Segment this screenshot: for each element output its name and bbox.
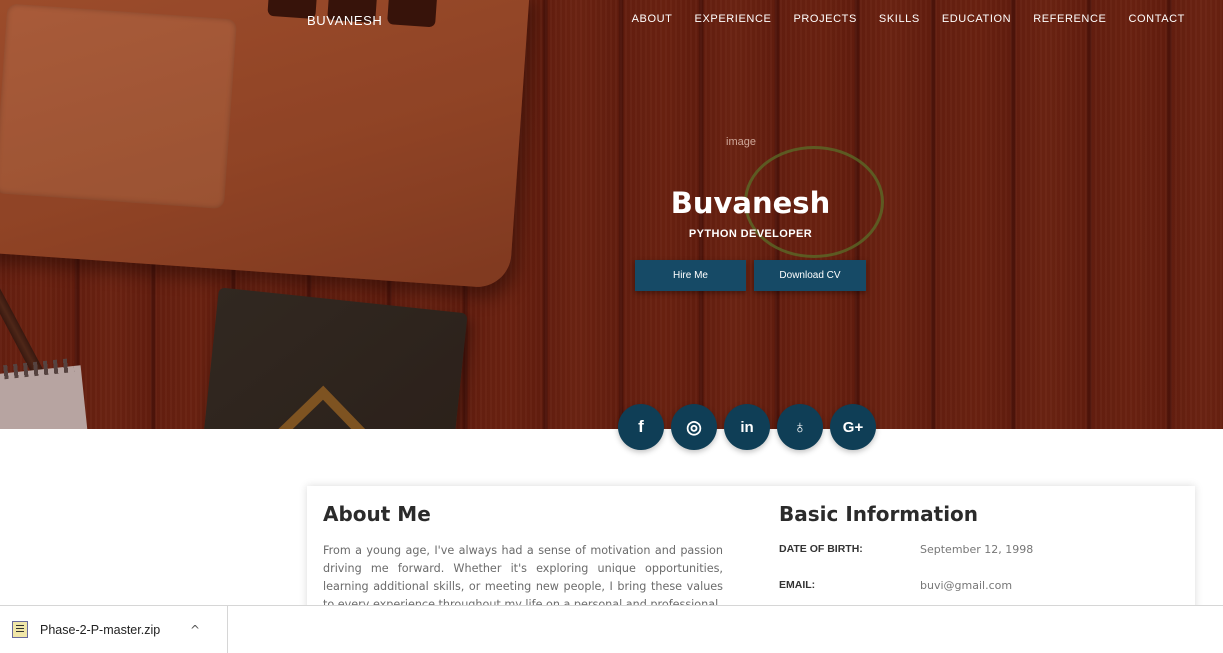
profile-image-broken: image [726, 136, 756, 148]
hire-me-button[interactable]: Hire Me [635, 260, 746, 291]
email-value: buvi@gmail.com [920, 579, 1013, 592]
nav-contact[interactable]: CONTACT [1128, 13, 1185, 25]
nav-skills[interactable]: SKILLS [879, 13, 920, 25]
nav-projects[interactable]: PROJECTS [793, 13, 856, 25]
dob-value: September 12, 1998 [920, 543, 1034, 556]
about-title: About Me [323, 502, 431, 526]
github-icon[interactable]: ♁ [777, 404, 823, 450]
download-cv-button[interactable]: Download CV [754, 260, 866, 291]
about-text: From a young age, I've always had a sens… [323, 544, 723, 611]
dob-label: DATE OF BIRTH: [779, 543, 863, 555]
zip-file-icon [12, 621, 28, 638]
download-filename[interactable]: Phase-2-P-master.zip [40, 623, 190, 637]
download-bar: Phase-2-P-master.zip ^ [0, 605, 1223, 653]
instagram-icon[interactable]: ◎ [671, 404, 717, 450]
nav-education[interactable]: EDUCATION [942, 13, 1011, 25]
hero-section: BUVANESH ABOUT EXPERIENCE PROJECTS SKILL… [0, 0, 1223, 429]
email-label: EMAIL: [779, 579, 816, 591]
main-nav: ABOUT EXPERIENCE PROJECTS SKILLS EDUCATI… [632, 13, 1185, 25]
download-item[interactable]: Phase-2-P-master.zip ^ [0, 605, 228, 653]
facebook-icon[interactable]: f [618, 404, 664, 450]
linkedin-icon[interactable]: in [724, 404, 770, 450]
profile-name: Buvanesh [670, 186, 831, 220]
basic-info-title: Basic Information [779, 502, 979, 526]
chevron-up-icon[interactable]: ^ [190, 623, 200, 637]
brand-logo[interactable]: BUVANESH [307, 13, 382, 28]
nav-experience[interactable]: EXPERIENCE [695, 13, 772, 25]
nav-about[interactable]: ABOUT [632, 13, 673, 25]
profile-role: PYTHON DEVELOPER [688, 228, 813, 240]
nav-reference[interactable]: REFERENCE [1033, 13, 1106, 25]
google-plus-icon[interactable]: G+ [830, 404, 876, 450]
